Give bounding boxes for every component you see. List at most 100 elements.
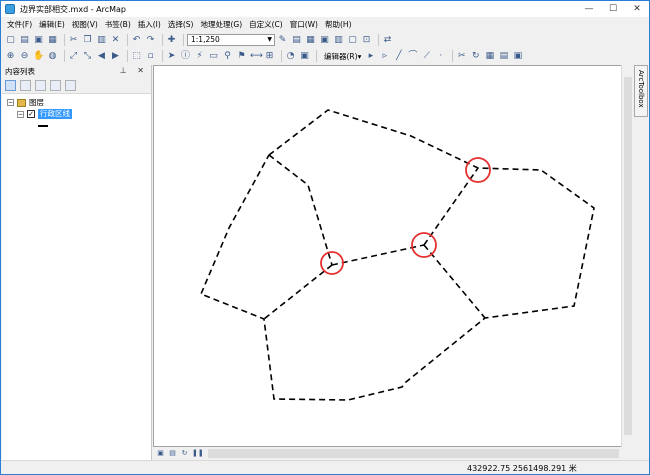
edit-tool-icon[interactable]: ▸: [365, 51, 376, 62]
menu-geoprocessing[interactable]: 地理处理(G): [200, 19, 242, 30]
rotate-icon[interactable]: ↻: [470, 51, 481, 62]
select-icon[interactable]: ➤: [166, 51, 177, 62]
toolbar-separator: [64, 50, 65, 62]
list-by-selection-icon[interactable]: [50, 80, 61, 91]
toc-pin-close-controls[interactable]: ⊥ ✕: [120, 66, 148, 75]
close-button[interactable]: ✕: [625, 1, 649, 17]
arctoolbox-tab[interactable]: ArcToolbox: [634, 65, 648, 117]
scrollbar-thumb[interactable]: [624, 77, 632, 435]
menu-customize[interactable]: 自定义(C): [249, 19, 283, 30]
fixed-zoom-out-icon[interactable]: ⤡: [82, 51, 93, 62]
menu-windows[interactable]: 窗口(W): [290, 19, 318, 30]
pan-icon[interactable]: ✋: [33, 51, 44, 62]
toc-options-icon[interactable]: [65, 80, 76, 91]
map-scale-combobox[interactable]: 1:1,250 ▼: [187, 34, 275, 46]
clear-selection-icon[interactable]: ▫: [145, 51, 156, 62]
redo-icon[interactable]: ↷: [145, 35, 156, 46]
straight-segment-icon[interactable]: ╱: [393, 51, 404, 62]
attributes-icon[interactable]: ▦: [484, 51, 495, 62]
model-builder-icon[interactable]: ⊡: [361, 35, 372, 46]
georeferencing-icon[interactable]: ⇄: [382, 35, 393, 46]
delete-icon[interactable]: ✕: [110, 35, 121, 46]
copy-icon[interactable]: ❐: [82, 35, 93, 46]
arctoolbox-icon[interactable]: ▥: [333, 35, 344, 46]
editor-menu[interactable]: 编辑器(R)▾: [324, 51, 361, 62]
toc-layer-row[interactable]: − ✓ 行政区线: [17, 109, 72, 119]
select-features-icon[interactable]: ⬚: [131, 51, 142, 62]
map-canvas[interactable]: [154, 66, 634, 448]
cut-icon[interactable]: ✂: [68, 35, 79, 46]
create-features-icon[interactable]: ▣: [512, 51, 523, 62]
search-window-icon[interactable]: ▣: [319, 35, 330, 46]
chevron-down-icon[interactable]: ▼: [267, 35, 272, 45]
split-icon[interactable]: ✂: [456, 51, 467, 62]
forward-extent-icon[interactable]: ▶: [110, 51, 121, 62]
collapse-icon[interactable]: −: [7, 99, 14, 106]
data-view-icon[interactable]: ▣: [156, 449, 165, 458]
menu-selection[interactable]: 选择(S): [168, 19, 194, 30]
undo-icon[interactable]: ↶: [131, 35, 142, 46]
window-title: 边界实部相交.mxd - ArcMap: [20, 4, 126, 14]
back-extent-icon[interactable]: ◀: [96, 51, 107, 62]
viewer-icon[interactable]: ▣: [299, 51, 310, 62]
list-by-visibility-icon[interactable]: [35, 80, 46, 91]
maximize-button[interactable]: ☐: [601, 1, 625, 17]
html-popup-icon[interactable]: ▭: [208, 51, 219, 62]
menu-bookmarks[interactable]: 书签(B): [105, 19, 131, 30]
menu-edit[interactable]: 编辑(E): [39, 19, 65, 30]
map-vertical-scrollbar[interactable]: [621, 65, 633, 447]
toc-layers-group-row[interactable]: − 图层: [7, 97, 44, 108]
measure-icon[interactable]: ⟷: [250, 51, 263, 62]
minimize-button[interactable]: —: [577, 1, 601, 17]
fixed-zoom-in-icon[interactable]: ⤢: [68, 51, 79, 62]
paste-icon[interactable]: ▥: [96, 35, 107, 46]
zoom-in-icon[interactable]: ⊕: [5, 51, 16, 62]
toolbar-separator: [127, 50, 128, 62]
pause-drawing-icon[interactable]: ❚❚: [192, 449, 204, 458]
hyperlink-icon[interactable]: ⚡: [194, 51, 205, 62]
xy-icon[interactable]: ⊞: [264, 51, 275, 62]
full-extent-icon[interactable]: ◍: [47, 51, 58, 62]
menu-insert[interactable]: 插入(I): [138, 19, 161, 30]
print-icon[interactable]: ▦: [47, 35, 58, 46]
refresh-icon[interactable]: ↻: [180, 449, 189, 458]
new-doc-icon[interactable]: ▢: [5, 35, 16, 46]
python-icon[interactable]: ▢: [347, 35, 358, 46]
map-horizontal-scrollbar[interactable]: [208, 448, 619, 458]
time-slider-icon[interactable]: ◔: [285, 51, 296, 62]
end-point-arc-icon[interactable]: ⌒: [407, 51, 418, 62]
edit-annotation-icon[interactable]: ▹: [379, 51, 390, 62]
collapse-icon[interactable]: −: [17, 110, 24, 118]
boundary-line: [263, 264, 333, 320]
layout-view-icon[interactable]: ▤: [168, 449, 177, 458]
layer-name-label[interactable]: 行政区线: [38, 109, 72, 119]
boundary-line: [331, 244, 425, 266]
point-icon[interactable]: ·: [435, 51, 446, 62]
list-by-drawing-order-icon[interactable]: [5, 80, 16, 91]
layer-visibility-checkbox[interactable]: ✓: [27, 110, 35, 118]
status-bar: 432922.75 2561498.291 米: [1, 460, 649, 474]
catalog-icon[interactable]: ▦: [305, 35, 316, 46]
find-route-icon[interactable]: ⚑: [236, 51, 247, 62]
list-by-source-icon[interactable]: [20, 80, 31, 91]
identify-icon[interactable]: ⓘ: [180, 51, 191, 62]
menu-view[interactable]: 视图(V): [72, 19, 98, 30]
toc-title: 内容列表: [5, 67, 35, 76]
save-icon[interactable]: ▣: [33, 35, 44, 46]
toolbar-separator: [162, 34, 163, 46]
boundary-line: [423, 244, 486, 319]
open-icon[interactable]: ▤: [19, 35, 30, 46]
find-icon[interactable]: ⚲: [222, 51, 233, 62]
editor-toolbar-icon[interactable]: ✎: [277, 35, 288, 46]
menu-file[interactable]: 文件(F): [7, 19, 32, 30]
arctoolbox-tab-label: ArcToolbox: [637, 70, 645, 108]
sketch-properties-icon[interactable]: ▤: [498, 51, 509, 62]
layers-icon: [17, 98, 26, 107]
trace-icon[interactable]: ⟋: [421, 51, 432, 62]
table-of-contents-icon[interactable]: ▤: [291, 35, 302, 46]
menu-help[interactable]: 帮助(H): [325, 19, 352, 30]
toolbar-separator: [183, 34, 184, 46]
map-display[interactable]: [153, 65, 633, 447]
add-data-icon[interactable]: ✚: [166, 35, 177, 46]
zoom-out-icon[interactable]: ⊖: [19, 51, 30, 62]
